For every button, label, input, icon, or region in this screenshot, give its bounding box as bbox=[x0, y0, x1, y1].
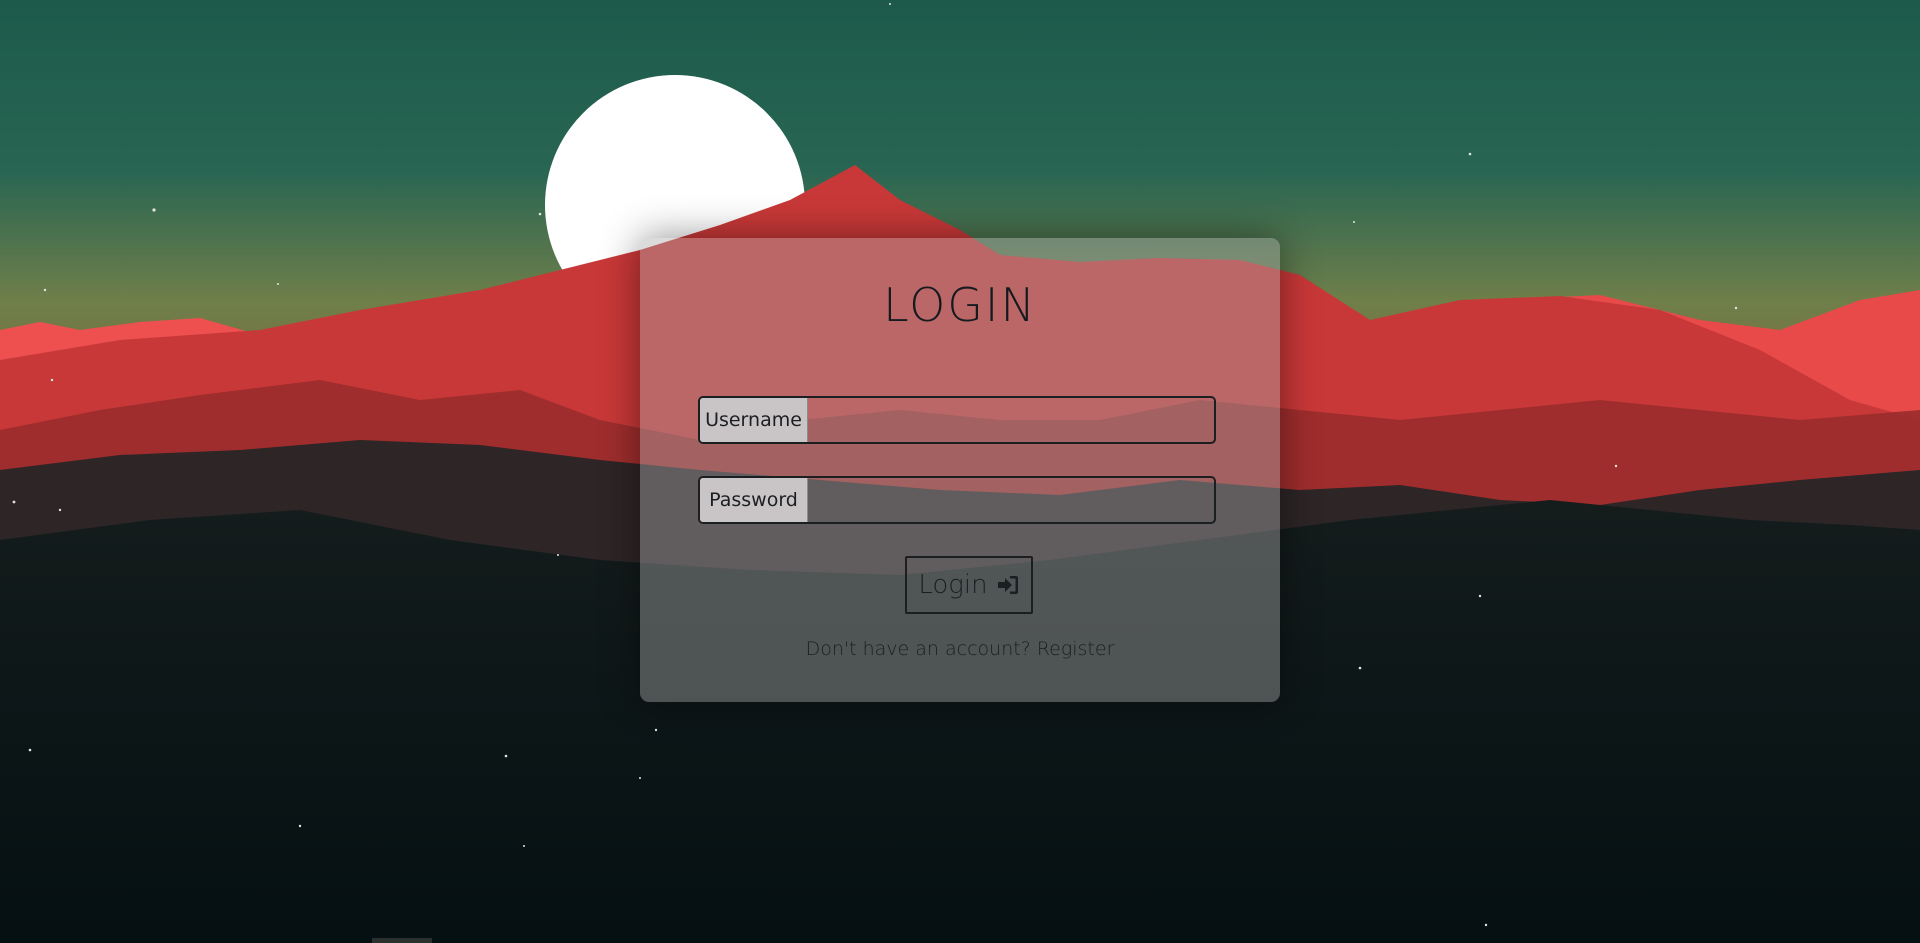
register-prompt: Don't have an account? Register bbox=[640, 638, 1280, 660]
register-link[interactable]: Register bbox=[1037, 638, 1115, 660]
password-input-group: Password bbox=[698, 476, 1216, 524]
password-input[interactable] bbox=[808, 478, 1214, 522]
login-card: LOGIN Username Password Login Don't have… bbox=[640, 238, 1280, 702]
login-button[interactable]: Login bbox=[905, 556, 1033, 614]
password-label: Password bbox=[700, 478, 808, 522]
register-prefix: Don't have an account? bbox=[805, 638, 1031, 660]
horizontal-scrollbar-thumb[interactable] bbox=[372, 938, 432, 943]
username-input-group: Username bbox=[698, 396, 1216, 444]
username-label: Username bbox=[700, 398, 808, 442]
login-button-label: Login bbox=[918, 570, 988, 600]
sign-in-icon bbox=[996, 573, 1020, 597]
username-input[interactable] bbox=[808, 398, 1214, 442]
login-title: LOGIN bbox=[883, 278, 1037, 332]
